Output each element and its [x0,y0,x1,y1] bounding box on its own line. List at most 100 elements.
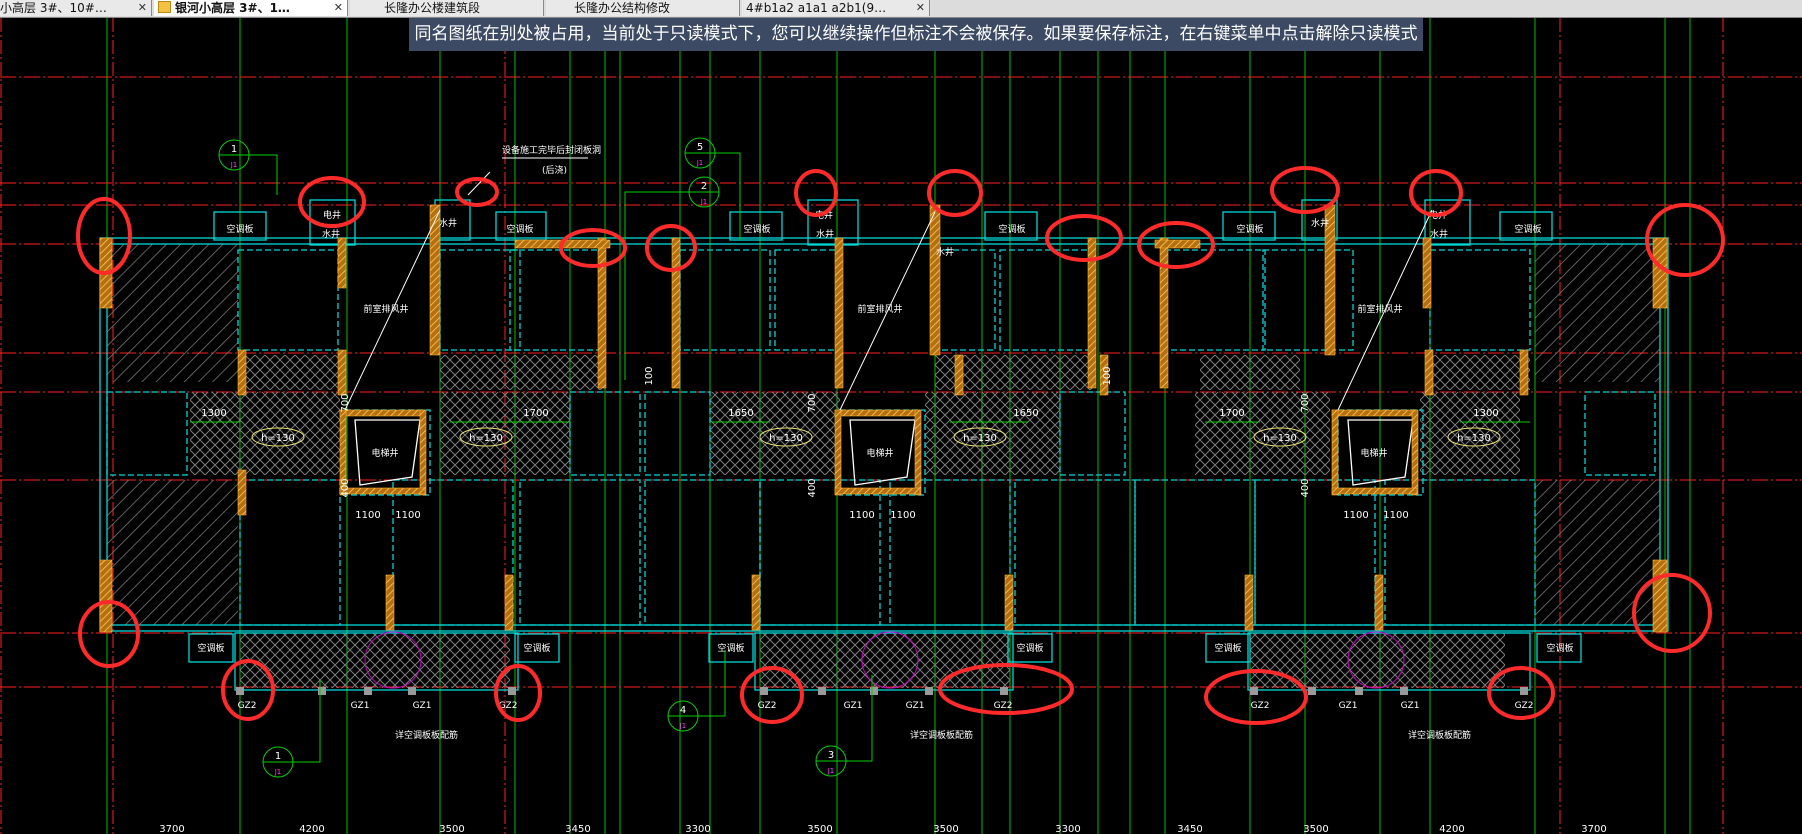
aircon-label: 空调板 [1236,223,1263,235]
tab-changlong-arch[interactable]: 长隆办公楼建筑段 [350,0,544,16]
tab-4b1a2[interactable]: 4#b1a2 a1a1 a2b1(9… ✕ [742,0,930,16]
column-label: GZ1 [1339,701,1358,711]
svg-text:J1: J1 [696,159,704,167]
slab-label: h=130 [261,433,295,444]
room-outline [239,479,341,626]
wall-column [597,237,607,389]
tab-yinhe-active[interactable]: 银河小高层 3#、1… ✕ [154,0,348,16]
wall-column [1652,237,1668,309]
span-dim: 1300 [1473,408,1498,419]
small-dim: 400 [1300,478,1311,497]
wall-column [339,409,426,417]
column-label: GZ2 [994,701,1013,711]
wall-column [419,409,427,496]
small-dim: 100 [644,366,655,385]
callout [684,137,741,240]
note-aircon-rebar: 详空调板板配筋 [910,729,973,741]
wall-column [1374,574,1384,631]
tab-label: 长隆办公结构修改 [574,1,671,15]
svg-text:1: 1 [231,144,237,155]
tab-changlong-struct[interactable]: 长隆办公结构修改 [546,0,740,16]
room-outline [759,479,881,626]
note-close-slab: 设备施工完毕后封闭板洞 [502,144,601,156]
aircon-label: 空调板 [1546,642,1573,654]
wall-column [751,574,761,631]
tab-label: 长隆办公楼建筑段 [384,1,481,15]
markup-circle [645,224,697,272]
wall-column [339,487,426,495]
room-outline [1014,479,1136,626]
svg-text:3700: 3700 [1581,824,1606,834]
elevator-dim: 1100 [1343,510,1368,521]
svg-text:J1: J1 [827,767,835,775]
close-icon[interactable]: ✕ [916,0,925,16]
elevator-dim: 1100 [355,510,380,521]
gz-columns [236,687,1528,695]
aircon-label: 空调板 [1016,642,1043,654]
svg-text:4: 4 [680,705,686,716]
small-dim: 700 [1300,393,1311,412]
water-well-label: 水井 [1430,228,1448,240]
room-outline [519,479,641,626]
svg-text:3500: 3500 [933,824,958,834]
svg-text:3300: 3300 [1055,824,1080,834]
column-labels: GZ2 GZ1 GZ1 GZ2 GZ2 GZ1 GZ1 GZ2 GZ2 GZ1 … [238,701,1534,711]
wall-column [1331,409,1339,496]
wall-column [1652,559,1668,633]
close-icon[interactable]: ✕ [138,0,147,16]
wall-column [337,349,347,396]
aircon-label: 空调板 [717,642,744,654]
slab-label: h=130 [1263,433,1297,444]
room-outline [1429,249,1531,351]
tab-xiaogaoceng[interactable]: 小高层 3#、10#… ✕ [0,0,152,16]
note-aircon-rebar: 详空调板板配筋 [395,729,458,741]
elevator-dim: 1100 [890,510,915,521]
column-label: GZ1 [1401,701,1420,711]
column-label: GZ1 [351,701,370,711]
svg-text:1: 1 [275,751,281,762]
svg-text:2: 2 [701,181,707,192]
aircon-label: 空调板 [506,223,533,235]
room-outline [679,249,771,351]
span-dim: 1300 [201,408,226,419]
wall-column [1331,487,1418,495]
cad-drawing-canvas[interactable]: 空调板 空调板 空调板 空调板 空调板 空调板 空调板 空调板 空调板 空调板 … [0,0,1802,834]
svg-text:J1: J1 [679,722,687,730]
file-icon [158,1,171,13]
wall-column [834,409,842,496]
close-icon[interactable]: ✕ [334,0,343,16]
aircon-label: 空调板 [197,642,224,654]
elec-well-label: 电井 [323,209,341,221]
svg-text:J1: J1 [700,198,708,206]
wall-column [1159,237,1169,389]
svg-text:3: 3 [828,750,834,761]
wall-column [337,237,347,289]
svg-text:J1: J1 [230,161,238,169]
markup-circle [927,169,983,217]
wall-column [1422,237,1432,309]
column-label: GZ2 [758,701,777,711]
elevator-dim: 1100 [849,510,874,521]
elevator-label: 电梯井 [1360,447,1387,459]
water-well-label: 水井 [1311,217,1329,229]
slab-label: h=130 [769,433,803,444]
column-label: GZ2 [238,701,257,711]
room-outline [1254,479,1376,626]
smoke-well-label: 前室排风井 [1357,303,1402,315]
elevator-dim: 1100 [395,510,420,521]
slab-label: h=130 [1457,433,1491,444]
wall-column [834,237,844,389]
svg-text:4200: 4200 [299,824,324,834]
aircon-label: 空调板 [226,223,253,235]
span-dim: 1650 [728,408,753,419]
slab-label: h=130 [963,433,997,444]
wall-column [914,409,922,496]
wall-column [929,204,941,356]
span-dim: 1650 [1013,408,1038,419]
room-outline [1584,391,1656,476]
room-outline [392,479,514,626]
aircon-label: 空调板 [523,642,550,654]
markup-circle [794,169,838,217]
wall-column [1411,409,1419,496]
room-outline [644,479,761,626]
